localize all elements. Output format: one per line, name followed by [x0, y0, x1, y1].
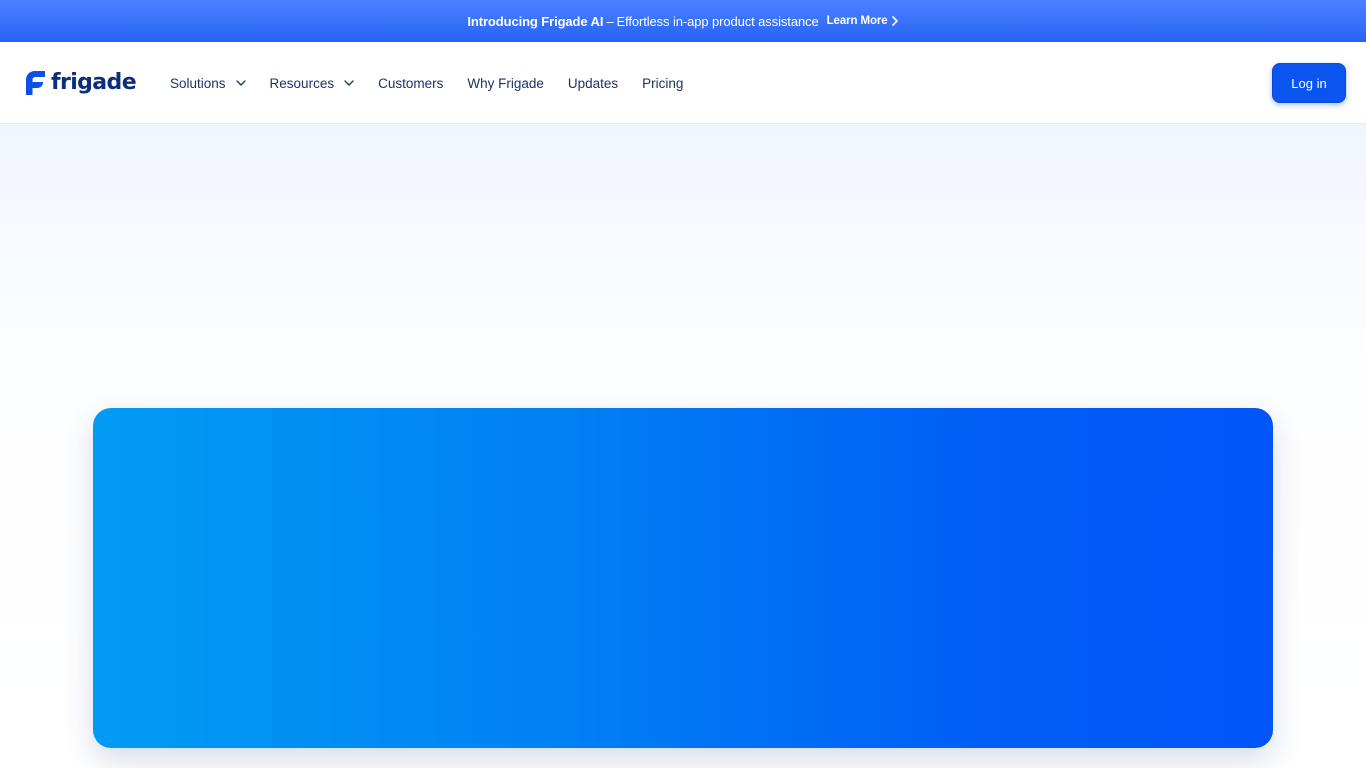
- announcement-bar: Introducing Frigade AI – Effortless in-a…: [0, 0, 1366, 42]
- learn-more-link[interactable]: Learn More: [827, 15, 899, 27]
- nav-resources[interactable]: Resources: [270, 76, 355, 91]
- nav-resources-label: Resources: [269, 75, 335, 91]
- announcement-text: Effortless in-app product assistance: [616, 13, 819, 29]
- nav-updates[interactable]: Updates: [568, 76, 618, 91]
- nav-solutions[interactable]: Solutions: [170, 76, 246, 91]
- login-button[interactable]: Log in: [1272, 63, 1346, 103]
- announcement-dash: –: [606, 13, 614, 29]
- chevron-down-icon: [344, 80, 354, 86]
- chevron-down-icon: [235, 80, 246, 86]
- nav-customers[interactable]: Customers: [378, 76, 443, 91]
- frigade-logo[interactable]: frigade: [26, 70, 137, 95]
- main-nav: Solutions Resources Customers Why Frigad…: [170, 42, 707, 124]
- frigade-logo-icon: [26, 70, 45, 95]
- site-header: frigade Solutions Resources Customers Wh…: [0, 42, 1366, 124]
- hero-section: [0, 124, 1366, 768]
- nav-solutions-label: Solutions: [170, 75, 226, 91]
- announcement-title: Introducing Frigade AI: [467, 13, 604, 29]
- nav-why-frigade[interactable]: Why Frigade: [467, 76, 544, 91]
- learn-more-label: Learn More: [826, 15, 888, 27]
- chevron-right-icon: [891, 16, 898, 26]
- hero-media-card: [93, 408, 1273, 748]
- logo-text: frigade: [51, 70, 137, 95]
- nav-pricing[interactable]: Pricing: [642, 76, 683, 91]
